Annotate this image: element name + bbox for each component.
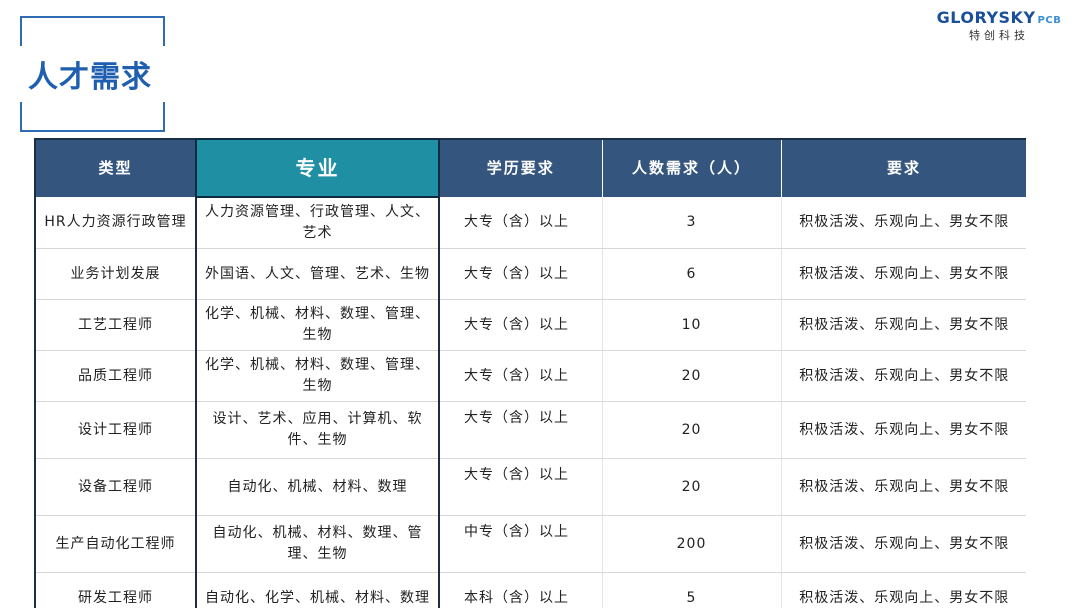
- company-logo: GLORYSKY PCB 特创科技: [934, 8, 1064, 43]
- cell-headcount: 3: [601, 197, 782, 249]
- cell-major: 化学、机械、材料、数理、管理、生物: [195, 350, 440, 402]
- header-requirements: 要求: [781, 139, 1026, 197]
- talent-demand-table: 类型 专业 学历要求 人数需求（人） 要求 HR人力资源行政管理 人力资源管理、…: [34, 138, 1026, 608]
- cell-type: 品质工程师: [34, 350, 197, 402]
- table-row: 研发工程师 自动化、化学、机械、材料、数理 本科（含）以上 5 积极活泼、乐观向…: [34, 572, 1026, 608]
- cell-type: 工艺工程师: [34, 299, 197, 351]
- title-frame-top: [20, 16, 165, 46]
- cell-education: 大专（含）以上: [439, 401, 602, 459]
- header-education: 学历要求: [439, 139, 603, 197]
- cell-major: 人力资源管理、行政管理、人文、艺术: [195, 197, 440, 249]
- cell-requirements: 积极活泼、乐观向上、男女不限: [781, 515, 1026, 573]
- table-row: 设备工程师 自动化、机械、材料、数理 大专（含）以上 20 积极活泼、乐观向上、…: [34, 458, 1026, 516]
- cell-requirements: 积极活泼、乐观向上、男女不限: [781, 458, 1026, 516]
- table-header-row: 类型 专业 学历要求 人数需求（人） 要求: [34, 138, 1026, 198]
- cell-type: HR人力资源行政管理: [34, 197, 197, 249]
- cell-major: 自动化、机械、材料、数理: [195, 458, 440, 516]
- cell-headcount: 20: [601, 458, 782, 516]
- header-type: 类型: [34, 139, 197, 197]
- cell-major: 设计、艺术、应用、计算机、软件、生物: [195, 401, 440, 459]
- page-title: 人才需求: [28, 60, 152, 95]
- header-headcount: 人数需求（人）: [602, 139, 782, 197]
- cell-education: 本科（含）以上: [439, 572, 602, 608]
- cell-type: 业务计划发展: [34, 248, 197, 300]
- table-row: 生产自动化工程师 自动化、机械、材料、数理、管理、生物 中专（含）以上 200 …: [34, 515, 1026, 573]
- logo-name: GLORYSKY: [936, 8, 1036, 27]
- cell-major: 自动化、机械、材料、数理、管理、生物: [195, 515, 440, 573]
- cell-type: 研发工程师: [34, 572, 197, 608]
- cell-major: 化学、机械、材料、数理、管理、生物: [195, 299, 440, 351]
- cell-education: 大专（含）以上: [439, 458, 602, 516]
- table-row: 设计工程师 设计、艺术、应用、计算机、软件、生物 大专（含）以上 20 积极活泼…: [34, 401, 1026, 459]
- cell-headcount: 20: [601, 350, 782, 402]
- cell-education: 大专（含）以上: [439, 299, 602, 351]
- cell-headcount: 6: [601, 248, 782, 300]
- header-major: 专业: [195, 138, 440, 198]
- table-row: HR人力资源行政管理 人力资源管理、行政管理、人文、艺术 大专（含）以上 3 积…: [34, 197, 1026, 249]
- cell-type: 生产自动化工程师: [34, 515, 197, 573]
- logo-chinese-name: 特创科技: [969, 29, 1029, 42]
- title-frame-bottom: [20, 102, 165, 132]
- table-row: 工艺工程师 化学、机械、材料、数理、管理、生物 大专（含）以上 10 积极活泼、…: [34, 299, 1026, 351]
- table-row: 品质工程师 化学、机械、材料、数理、管理、生物 大专（含）以上 20 积极活泼、…: [34, 350, 1026, 402]
- logo-suffix: PCB: [1037, 15, 1062, 26]
- cell-education: 大专（含）以上: [439, 350, 602, 402]
- cell-requirements: 积极活泼、乐观向上、男女不限: [781, 350, 1026, 402]
- table-row: 业务计划发展 外国语、人文、管理、艺术、生物 大专（含）以上 6 积极活泼、乐观…: [34, 248, 1026, 300]
- slide: 人才需求 GLORYSKY PCB 特创科技 类型 专业 学历要求 人数需求（人）…: [0, 0, 1080, 608]
- cell-requirements: 积极活泼、乐观向上、男女不限: [781, 248, 1026, 300]
- cell-requirements: 积极活泼、乐观向上、男女不限: [781, 401, 1026, 459]
- cell-major: 自动化、化学、机械、材料、数理: [195, 572, 440, 608]
- cell-requirements: 积极活泼、乐观向上、男女不限: [781, 299, 1026, 351]
- cell-headcount: 5: [601, 572, 782, 608]
- cell-headcount: 200: [601, 515, 782, 573]
- cell-education: 大专（含）以上: [439, 248, 602, 300]
- cell-headcount: 20: [601, 401, 782, 459]
- cell-education: 大专（含）以上: [439, 197, 602, 249]
- cell-headcount: 10: [601, 299, 782, 351]
- cell-requirements: 积极活泼、乐观向上、男女不限: [781, 572, 1026, 608]
- cell-type: 设备工程师: [34, 458, 197, 516]
- logo-wordmark: GLORYSKY PCB: [934, 8, 1064, 27]
- cell-education: 中专（含）以上: [439, 515, 602, 573]
- cell-major: 外国语、人文、管理、艺术、生物: [195, 248, 440, 300]
- cell-type: 设计工程师: [34, 401, 197, 459]
- cell-requirements: 积极活泼、乐观向上、男女不限: [781, 197, 1026, 249]
